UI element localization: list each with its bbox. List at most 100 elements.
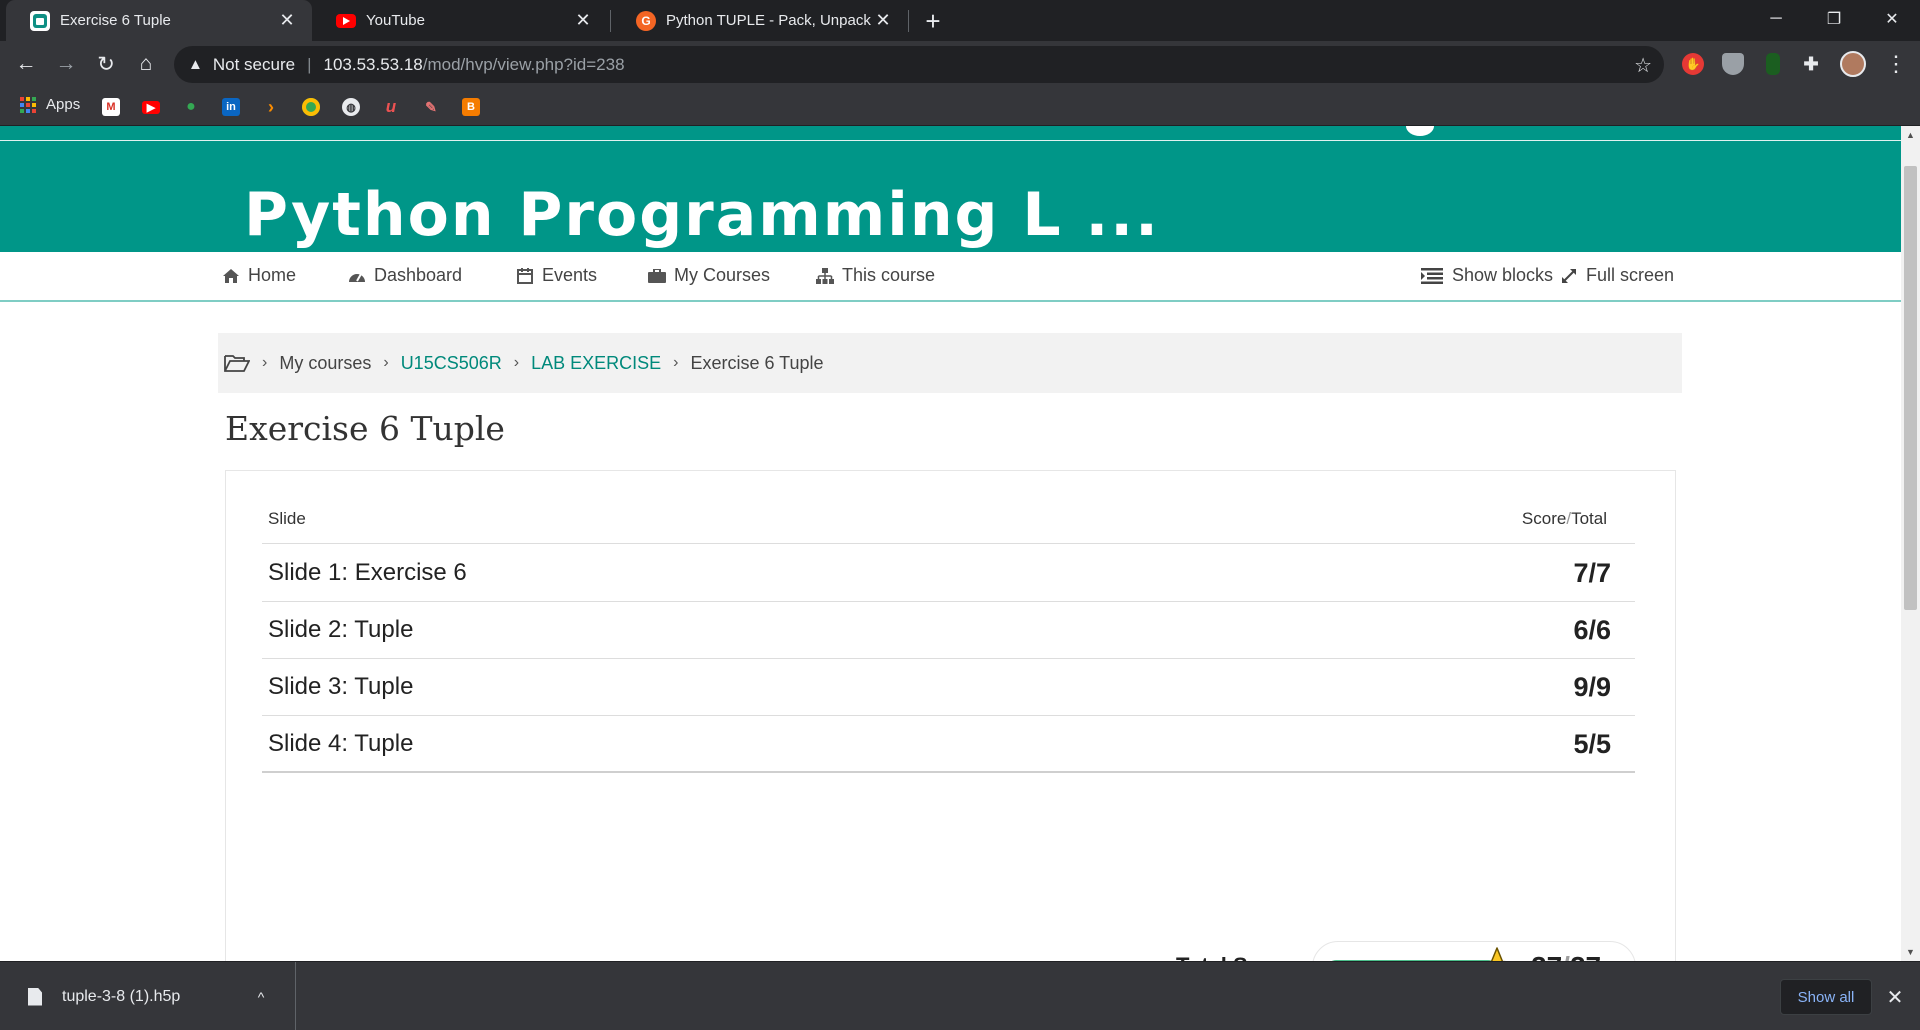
total-score-value: 27/27 — [1531, 951, 1601, 961]
youtube-icon[interactable]: ▶ — [142, 101, 160, 114]
menu-icon[interactable]: ⋮ — [1880, 48, 1912, 80]
puzzle-icon[interactable]: ✚ — [1800, 53, 1822, 75]
bookmarks-bar: Apps M ▶ ● in › ◍ u ✎ B — [0, 88, 1920, 126]
show-blocks-button[interactable]: Show blocks — [1420, 265, 1553, 286]
globe-icon[interactable]: ◍ — [342, 98, 360, 116]
url-host: 103.53.53.18 — [323, 54, 423, 74]
close-tab-icon[interactable]: ✕ — [572, 10, 594, 32]
scrollbar-thumb[interactable] — [1904, 166, 1917, 610]
nav-label: Dashboard — [374, 265, 463, 285]
chevron-icon[interactable]: › — [262, 97, 280, 117]
apps-label: Apps — [46, 96, 81, 113]
browser-toolbar: ← → ↻ ⌂ ▲ Not secure | 103.53.53.18/mod/… — [0, 41, 1920, 88]
forward-button[interactable]: → — [50, 48, 82, 80]
new-tab-button[interactable]: + — [918, 6, 948, 36]
expand-icon — [1560, 267, 1578, 285]
dashboard-icon — [348, 267, 366, 285]
breadcrumb-separator: › — [673, 354, 679, 371]
linkedin-icon[interactable]: in — [222, 98, 240, 116]
nav-dashboard[interactable]: Dashboard — [348, 265, 462, 286]
slide-score: 6/6 — [1573, 615, 1611, 645]
course-banner: Python Programming L ... — [0, 126, 1901, 252]
download-item[interactable]: tuple-3-8 (1).h5p ^ — [0, 962, 296, 1030]
close-window-button[interactable]: ✕ — [1864, 0, 1920, 38]
breadcrumb-course-code[interactable]: U15CS506R — [401, 353, 502, 374]
table-row: Slide 4: Tuple 5/5 — [262, 716, 1635, 773]
breadcrumb-current: Exercise 6 Tuple — [690, 352, 824, 373]
table-row: Slide 3: Tuple 9/9 — [262, 659, 1635, 716]
page-scrollbar[interactable]: ▲ ▼ — [1901, 126, 1920, 961]
restore-button[interactable]: ❐ — [1806, 0, 1862, 38]
download-options-chevron-icon[interactable]: ^ — [249, 989, 273, 1005]
slide-name: Slide 1: Exercise 6 — [268, 559, 467, 586]
star-icon — [1487, 947, 1507, 961]
back-button[interactable]: ← — [10, 48, 42, 80]
tab-title: Exercise 6 Tuple — [60, 12, 171, 29]
warning-icon[interactable]: ▲ — [188, 56, 203, 73]
scroll-down-arrow-icon[interactable]: ▼ — [1901, 943, 1920, 961]
chrome-icon[interactable] — [302, 98, 320, 116]
tab-divider — [908, 10, 909, 32]
course-title: Python Programming L ... — [244, 180, 1160, 250]
nav-label: Home — [248, 265, 297, 285]
nav-my-courses[interactable]: My Courses — [648, 265, 770, 286]
slide-score: 9/9 — [1573, 672, 1611, 702]
scroll-up-arrow-icon[interactable]: ▲ — [1901, 126, 1920, 144]
apps-grid-icon — [20, 96, 36, 113]
table-row: Slide 2: Tuple 6/6 — [262, 602, 1635, 659]
nav-label: My Courses — [674, 265, 771, 285]
security-status[interactable]: Not secure — [213, 55, 295, 75]
apps-shortcut[interactable]: Apps — [20, 96, 80, 113]
adblock-icon[interactable]: ✋ — [1682, 53, 1704, 75]
user-menu-avatar[interactable] — [1406, 126, 1434, 136]
tab-exercise[interactable]: Exercise 6 Tuple ✕ — [6, 0, 312, 41]
header-slide: Slide — [268, 509, 306, 528]
close-tab-icon[interactable]: ✕ — [276, 10, 298, 32]
nav-label: This course — [842, 265, 936, 285]
youtube-icon — [336, 13, 356, 28]
header-score: Score — [1521, 509, 1567, 528]
page-title: Exercise 6 Tuple — [225, 409, 505, 448]
blogger-icon[interactable]: B — [462, 98, 480, 116]
nav-events[interactable]: Events — [516, 265, 597, 286]
breadcrumb: › My courses › U15CS506R › LAB EXERCISE … — [218, 333, 1682, 393]
banner-rule — [0, 140, 1901, 141]
total-score: 27 — [1531, 951, 1562, 961]
tab-youtube[interactable]: YouTube ✕ — [312, 0, 608, 41]
bookmark-star-icon[interactable]: ☆ — [1634, 53, 1652, 78]
slide-name: Slide 4: Tuple — [268, 730, 414, 757]
nav-home[interactable]: Home — [222, 265, 296, 286]
download-shelf: tuple-3-8 (1).h5p ^ Show all ✕ — [0, 961, 1920, 1030]
slide-score: 5/5 — [1573, 729, 1611, 759]
breadcrumb-my-courses[interactable]: My courses — [279, 353, 371, 374]
address-separator: | — [307, 54, 312, 74]
folder-open-icon[interactable] — [224, 353, 250, 373]
briefcase-icon — [648, 267, 666, 285]
udemy-icon[interactable]: u — [382, 97, 400, 116]
breadcrumb-separator: › — [262, 354, 268, 371]
breadcrumb-lab-exercise[interactable]: LAB EXERCISE — [531, 353, 661, 374]
tool-icon[interactable]: ✎ — [422, 98, 440, 116]
home-icon — [222, 267, 240, 285]
table-row: Slide 1: Exercise 6 7/7 — [262, 545, 1635, 602]
close-download-shelf-icon[interactable]: ✕ — [1880, 982, 1910, 1012]
close-tab-icon[interactable]: ✕ — [872, 10, 894, 32]
full-screen-button[interactable]: Full screen — [1560, 265, 1674, 286]
home-button[interactable]: ⌂ — [130, 48, 162, 80]
site-navbar: Home Dashboard Events My Courses This co… — [0, 252, 1901, 302]
maps-icon[interactable]: ● — [182, 98, 200, 116]
reload-button[interactable]: ↻ — [90, 48, 122, 80]
nav-this-course[interactable]: This course — [816, 265, 935, 286]
header-total: Total — [1571, 509, 1607, 528]
nav-label: Show blocks — [1452, 265, 1554, 285]
battery-icon[interactable] — [1766, 53, 1780, 75]
slide-score: 7/7 — [1573, 558, 1611, 588]
tab-python-tuple[interactable]: G Python TUPLE - Pack, Unpack, Co ✕ — [612, 0, 908, 41]
profile-avatar[interactable] — [1840, 51, 1866, 77]
minimize-button[interactable]: ─ — [1748, 0, 1804, 38]
slide-name: Slide 3: Tuple — [268, 673, 414, 700]
shield-icon[interactable] — [1722, 53, 1744, 75]
address-bar[interactable]: ▲ Not secure | 103.53.53.18/mod/hvp/view… — [174, 46, 1664, 83]
show-all-downloads-button[interactable]: Show all — [1780, 979, 1872, 1015]
gmail-icon[interactable]: M — [102, 98, 120, 116]
